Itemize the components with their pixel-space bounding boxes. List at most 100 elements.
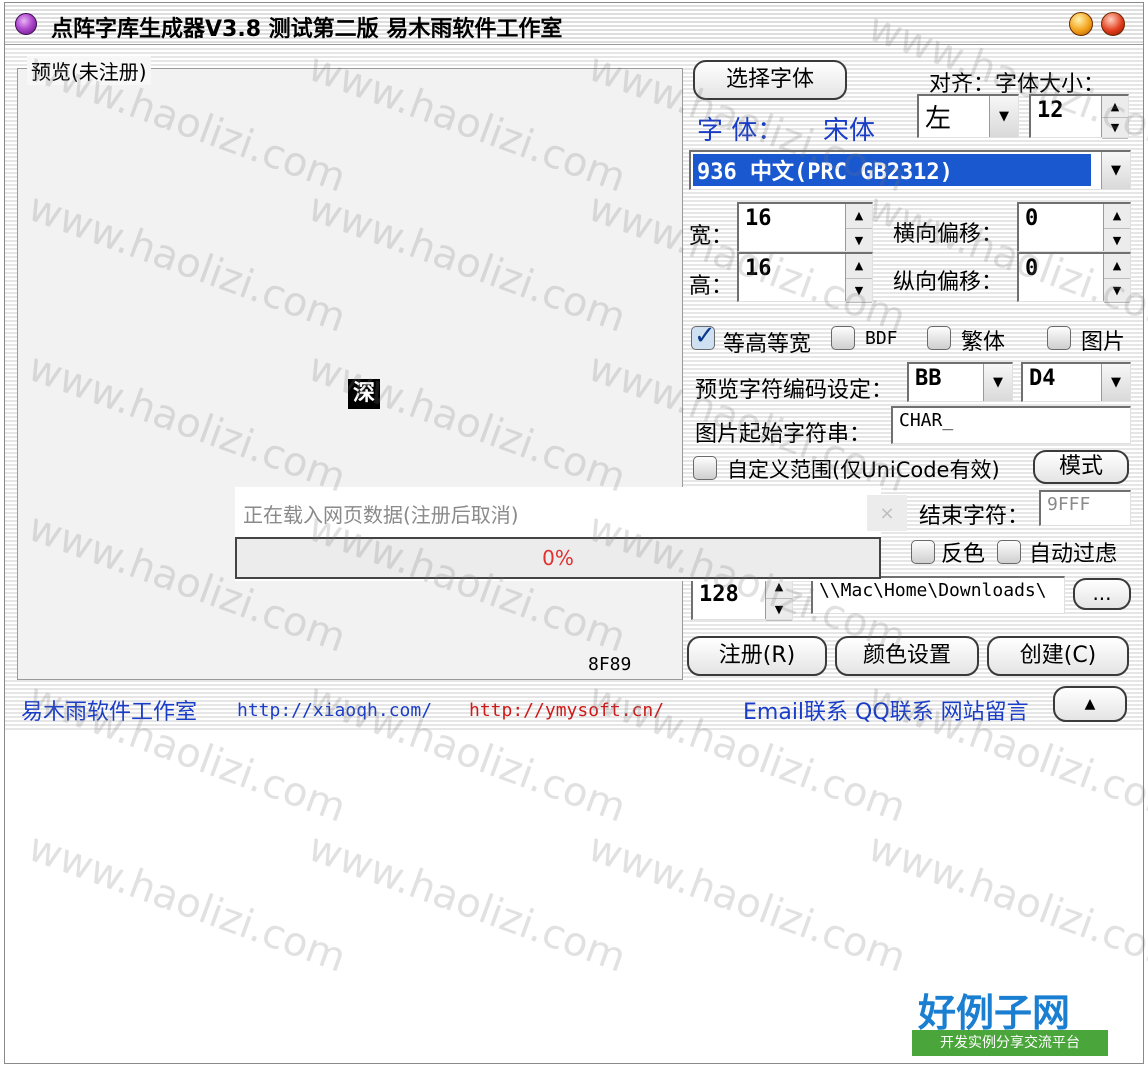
font-label: 字 体： — [697, 116, 784, 146]
url-link-2[interactable]: http://ymysoft.cn/ — [469, 700, 664, 721]
url-link-1[interactable]: http://xiaoqh.com/ — [237, 700, 432, 721]
spin-up-icon[interactable]: ▲ — [846, 254, 872, 279]
contact-links[interactable]: Email联系 QQ联系 网站留言 — [743, 694, 1029, 726]
charset-dropdown[interactable]: 936 中文(PRC GB2312) ▼ — [689, 150, 1131, 190]
preview-panel: 深 8F89 — [17, 68, 683, 680]
align-dropdown[interactable]: 左 ▼ — [917, 94, 1019, 138]
mode-button[interactable]: 模式 — [1033, 450, 1129, 484]
bdf-checkbox[interactable] — [831, 326, 855, 350]
progress-bar: 0% — [235, 537, 881, 579]
traditional-label: 繁体 — [961, 330, 1006, 355]
end-char-input[interactable]: 9FFF — [1039, 490, 1131, 526]
title-bar[interactable]: 点阵字库生成器V3.8 测试第二版 易木雨软件工作室 — [5, 3, 1143, 45]
equal-size-checkbox[interactable]: ✓ — [691, 321, 716, 351]
hoffset-label: 横向偏移： — [893, 222, 1004, 247]
spin-down-icon[interactable]: ▼ — [1104, 229, 1130, 253]
size-spin-arrows[interactable]: ▲ ▼ — [1101, 96, 1128, 139]
studio-link[interactable]: 易木雨软件工作室 — [21, 694, 197, 726]
font-name: 宋体 — [823, 116, 876, 146]
font-size-value: 12 — [1037, 98, 1064, 123]
spin-up-icon[interactable]: ▲ — [1104, 204, 1130, 229]
align-value: 左 — [925, 104, 952, 134]
app-window: 点阵字库生成器V3.8 测试第二版 易木雨软件工作室 深 8F89 预览(未注册… — [4, 2, 1144, 1064]
spin-down-icon[interactable]: ▼ — [1102, 118, 1128, 139]
output-path-value: \\Mac\Home\Downloads\ — [819, 580, 1047, 601]
bdf-label: BDF — [865, 328, 898, 349]
voffset-spinner[interactable]: 0 ▲ ▼ — [1017, 252, 1131, 303]
equal-size-label: 等高等宽 — [723, 332, 812, 357]
preview-glyph: 深 — [348, 379, 380, 409]
encoding-byte1-value: BB — [915, 366, 942, 391]
browse-button[interactable]: ... — [1073, 578, 1131, 610]
logo-subtitle: 开发实例分享交流平台 — [912, 1030, 1108, 1056]
checkmark-icon: ✓ — [694, 321, 716, 351]
site-logo: 好例子网 开发实例分享交流平台 — [912, 982, 1122, 1062]
image-prefix-label: 图片起始字符串： — [695, 422, 872, 447]
window-title: 点阵字库生成器V3.8 测试第二版 易木雨软件工作室 — [51, 17, 563, 42]
output-path-input[interactable]: \\Mac\Home\Downloads\ — [811, 576, 1065, 614]
progress-text: 0% — [542, 546, 574, 570]
create-button[interactable]: 创建(C) — [987, 636, 1129, 676]
width-label: 宽： — [689, 224, 734, 249]
height-spin-arrows[interactable]: ▲ ▼ — [845, 254, 872, 303]
minimize-button[interactable] — [1069, 12, 1093, 36]
autofilter-checkbox[interactable] — [997, 540, 1021, 564]
overlay-close-icon[interactable]: × — [867, 495, 907, 531]
count-value: 128 — [699, 582, 739, 607]
width-spinner[interactable]: 16 ▲ ▼ — [737, 202, 873, 253]
chevron-down-icon[interactable]: ▼ — [1101, 152, 1130, 189]
hoffset-value: 0 — [1025, 206, 1039, 231]
end-char-label: 结束字符： — [919, 504, 1030, 529]
autofilter-label: 自动过虑 — [1029, 542, 1118, 567]
logo-main-text: 好例子网 — [918, 991, 1071, 1035]
hoffset-spinner[interactable]: 0 ▲ ▼ — [1017, 202, 1131, 253]
preview-encoding-label: 预览字符编码设定： — [695, 378, 894, 403]
end-char-value: 9FFF — [1047, 494, 1091, 515]
collapse-button[interactable]: ▲ — [1053, 686, 1127, 722]
image-label: 图片 — [1081, 330, 1126, 355]
invert-checkbox[interactable] — [911, 540, 935, 564]
image-checkbox[interactable] — [1047, 326, 1071, 350]
spin-down-icon[interactable]: ▼ — [1104, 279, 1130, 303]
count-spin-arrows[interactable]: ▲ ▼ — [765, 576, 792, 621]
encoding-byte2-dropdown[interactable]: D4 ▼ — [1021, 362, 1131, 402]
color-settings-button[interactable]: 颜色设置 — [835, 636, 979, 676]
select-font-button[interactable]: 选择字体 — [693, 60, 847, 100]
hoffset-spin-arrows[interactable]: ▲ ▼ — [1103, 204, 1130, 253]
loading-message: 正在载入网页数据(注册后取消) — [243, 503, 519, 527]
voffset-label: 纵向偏移： — [893, 270, 1004, 295]
invert-label: 反色 — [941, 542, 986, 567]
spin-up-icon[interactable]: ▲ — [1104, 254, 1130, 279]
charset-value: 936 中文(PRC GB2312) — [697, 160, 953, 185]
app-icon[interactable] — [15, 13, 37, 35]
image-prefix-value: CHAR_ — [899, 410, 954, 431]
voffset-spin-arrows[interactable]: ▲ ▼ — [1103, 254, 1130, 303]
preview-group-label: 预览(未注册) — [27, 56, 151, 85]
register-button[interactable]: 注册(R) — [687, 636, 827, 676]
spin-up-icon[interactable]: ▲ — [1102, 96, 1128, 118]
custom-range-label: 自定义范围(仅UniCode有效) — [727, 458, 1000, 482]
encoding-byte1-dropdown[interactable]: BB ▼ — [907, 362, 1013, 402]
preview-char-code: 8F89 — [588, 654, 632, 675]
chevron-down-icon[interactable]: ▼ — [983, 364, 1012, 401]
client-area: 深 8F89 预览(未注册) 选择字体 对齐：字体大小： 字 体： 宋体 左 ▼… — [5, 46, 1143, 1063]
height-value: 16 — [745, 256, 772, 281]
spin-down-icon[interactable]: ▼ — [766, 599, 792, 621]
font-size-spinner[interactable]: 12 ▲ ▼ — [1029, 94, 1129, 139]
height-spinner[interactable]: 16 ▲ ▼ — [737, 252, 873, 303]
image-prefix-input[interactable]: CHAR_ — [891, 406, 1131, 444]
spin-down-icon[interactable]: ▼ — [846, 279, 872, 303]
spin-up-icon[interactable]: ▲ — [846, 204, 872, 229]
width-value: 16 — [745, 206, 772, 231]
spin-down-icon[interactable]: ▼ — [846, 229, 872, 253]
encoding-byte2-value: D4 — [1029, 366, 1056, 391]
traditional-checkbox[interactable] — [927, 326, 951, 350]
width-spin-arrows[interactable]: ▲ ▼ — [845, 204, 872, 253]
height-label: 高： — [689, 274, 734, 299]
chevron-down-icon[interactable]: ▼ — [1101, 364, 1130, 401]
voffset-value: 0 — [1025, 256, 1039, 281]
loading-overlay: 正在载入网页数据(注册后取消) × 0% — [235, 487, 907, 581]
close-button[interactable] — [1101, 12, 1125, 36]
custom-range-checkbox[interactable] — [693, 456, 717, 480]
chevron-down-icon[interactable]: ▼ — [989, 96, 1018, 137]
